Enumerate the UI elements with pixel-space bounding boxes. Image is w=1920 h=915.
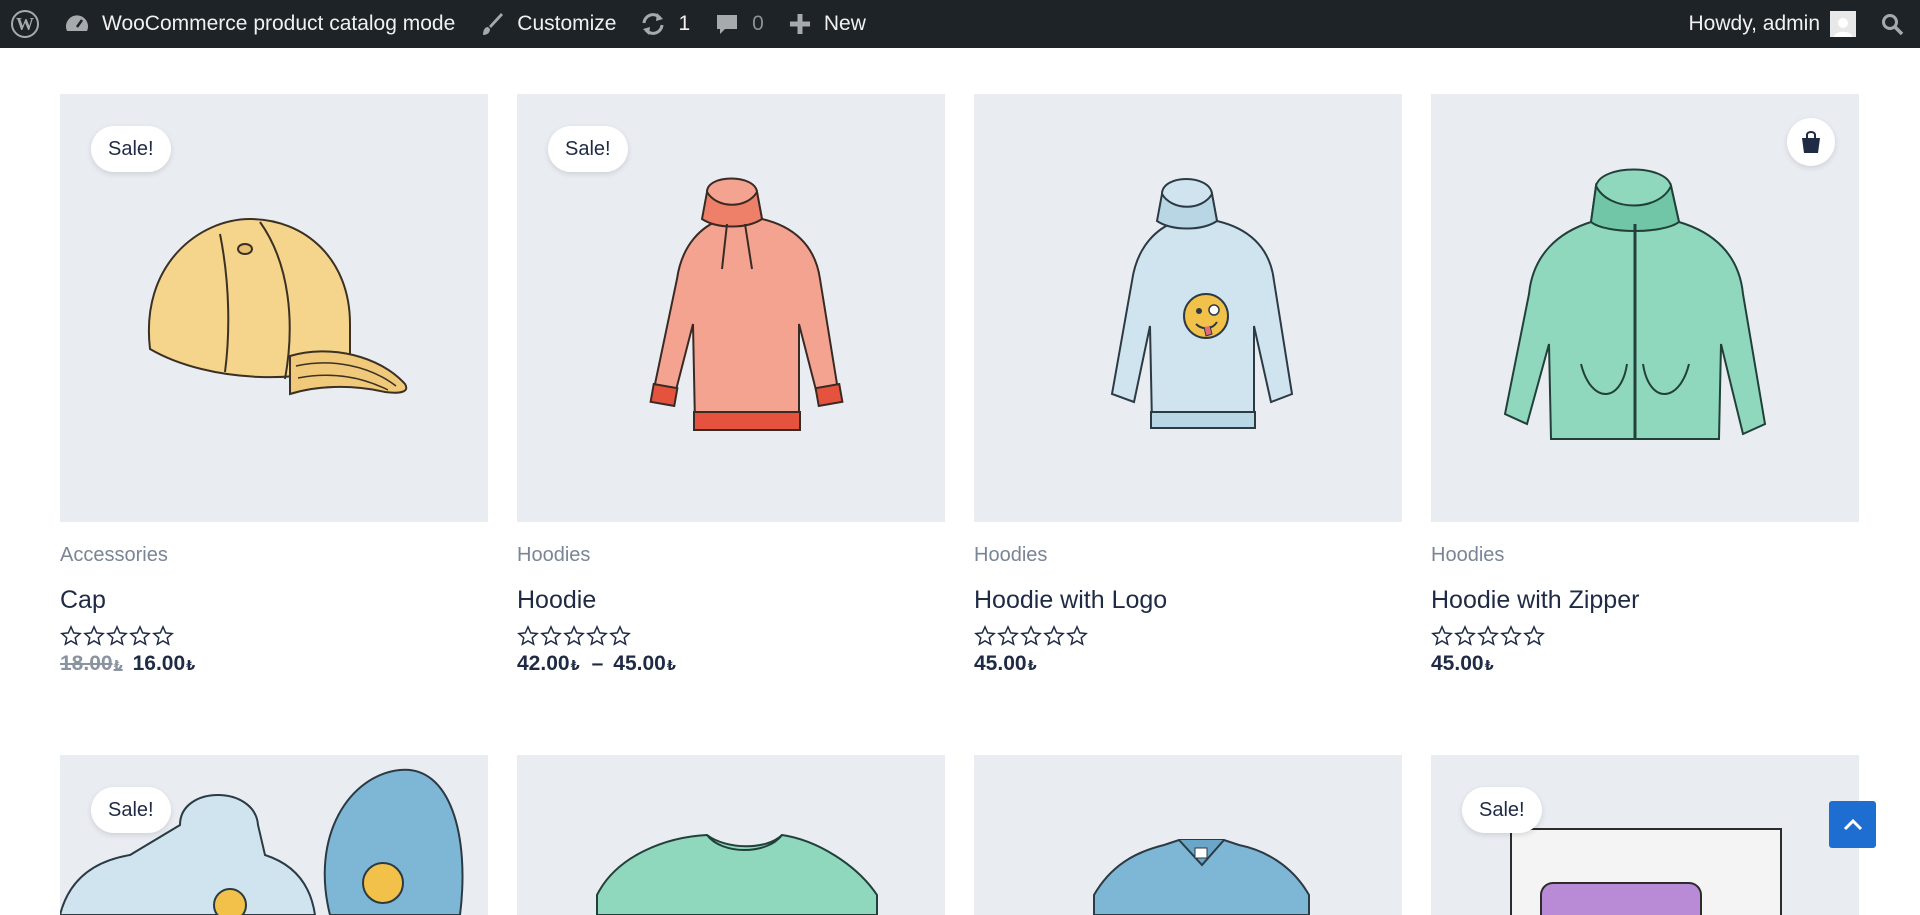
star-rating xyxy=(974,625,1402,647)
sweater-image xyxy=(596,833,878,915)
product-category[interactable]: Hoodies xyxy=(1431,544,1859,567)
product-image-link[interactable] xyxy=(974,755,1402,915)
my-account-link[interactable]: Howdy, admin xyxy=(1677,0,1869,48)
brush-icon xyxy=(483,13,504,35)
star-icon xyxy=(1454,625,1476,646)
star-icon xyxy=(1523,625,1545,646)
regular-price: 18.00₺ xyxy=(60,652,123,675)
polo-image xyxy=(1093,839,1310,915)
product-price: 18.00₺ 16.00₺ xyxy=(60,652,488,676)
star-rating xyxy=(517,625,945,647)
product-price: 42.00₺ – 45.00₺ xyxy=(517,652,945,676)
hoodie-and-beanie-image xyxy=(60,768,464,915)
product-price: 45.00₺ xyxy=(1431,652,1494,675)
comments-count: 0 xyxy=(752,12,764,35)
sale-price: 16.00₺ xyxy=(132,652,196,675)
plus-icon xyxy=(789,14,810,34)
star-icon xyxy=(1500,625,1522,646)
comments-link[interactable]: 0 xyxy=(702,0,776,48)
price-to: 45.00₺ xyxy=(613,652,676,675)
product-image-link[interactable] xyxy=(517,755,945,915)
star-icon xyxy=(1477,625,1499,646)
star-icon xyxy=(540,625,562,646)
product-image-link[interactable]: Sale! xyxy=(517,94,945,522)
new-label: New xyxy=(823,12,866,35)
sale-badge: Sale! xyxy=(1462,787,1542,833)
star-icon xyxy=(129,625,151,646)
price-from: 42.00₺ xyxy=(517,652,580,675)
star-icon xyxy=(1431,625,1453,646)
search-button[interactable] xyxy=(1868,0,1920,48)
price-dash: – xyxy=(591,652,604,675)
product-price: 45.00₺ xyxy=(974,652,1037,675)
product-card: Hoodies Hoodie with Zipper 45.00₺ xyxy=(1431,94,1859,754)
product-grid: Sale! Accessories Cap 18.00₺ 16.00₺ Sale… xyxy=(60,94,1860,754)
product-image-link[interactable] xyxy=(974,94,1402,522)
updates-link[interactable]: 1 xyxy=(628,0,702,48)
customize-label: Customize xyxy=(517,12,617,35)
product-title[interactable]: Cap xyxy=(60,586,488,615)
admin-bar: W WooCommerce product catalog mode Custo… xyxy=(0,0,1920,48)
product-image-link[interactable]: Sale! xyxy=(60,755,488,915)
sale-badge: Sale! xyxy=(548,126,628,172)
hoodie-with-logo-image xyxy=(1110,178,1294,429)
new-content-link[interactable]: New xyxy=(776,0,878,48)
star-icon xyxy=(609,625,631,646)
star-icon xyxy=(997,625,1019,646)
user-icon xyxy=(1834,18,1852,37)
sale-badge: Sale! xyxy=(91,787,171,833)
star-icon xyxy=(60,625,82,646)
dashboard-icon xyxy=(66,15,88,31)
star-rating xyxy=(60,625,488,647)
star-icon xyxy=(1043,625,1065,646)
star-icon xyxy=(974,625,996,646)
star-icon xyxy=(563,625,585,646)
sale-badge: Sale! xyxy=(91,126,171,172)
add-to-cart-button[interactable] xyxy=(1787,118,1835,166)
star-icon xyxy=(517,625,539,646)
product-title[interactable]: Hoodie with Logo xyxy=(974,586,1402,615)
product-image-link[interactable]: Sale! xyxy=(1431,755,1859,915)
star-icon xyxy=(1066,625,1088,646)
poster-image xyxy=(1510,828,1782,915)
refresh-icon xyxy=(642,13,664,35)
product-title[interactable]: Hoodie with Zipper xyxy=(1431,586,1859,615)
product-title[interactable]: Hoodie xyxy=(517,586,945,615)
product-category[interactable]: Hoodies xyxy=(517,544,945,567)
product-card: Sale! Accessories Cap 18.00₺ 16.00₺ xyxy=(60,94,488,754)
site-name-link[interactable]: WooCommerce product catalog mode xyxy=(52,0,467,48)
product-category[interactable]: Accessories xyxy=(60,544,488,567)
wordpress-icon: W xyxy=(11,10,39,38)
svg-text:W: W xyxy=(16,14,34,34)
star-icon xyxy=(152,625,174,646)
comment-icon xyxy=(717,15,738,34)
cart-icon xyxy=(1802,131,1820,153)
customize-link[interactable]: Customize xyxy=(467,0,628,48)
chevron-up-icon xyxy=(1843,818,1862,830)
star-icon xyxy=(83,625,105,646)
product-image-link[interactable]: Sale! xyxy=(60,94,488,522)
product-card: Sale! Hoodies Hoodie 42.00₺ – 45.00₺ xyxy=(517,94,945,754)
star-icon xyxy=(106,625,128,646)
scroll-to-top-button[interactable] xyxy=(1829,801,1876,848)
product-category[interactable]: Hoodies xyxy=(974,544,1402,567)
star-icon xyxy=(586,625,608,646)
product-image-link[interactable] xyxy=(1431,94,1859,522)
search-icon xyxy=(1882,14,1904,36)
star-rating xyxy=(1431,625,1859,647)
star-icon xyxy=(1020,625,1042,646)
updates-count: 1 xyxy=(678,12,691,35)
product-grid-row-2: Sale! Sale! xyxy=(60,755,1860,915)
site-name: WooCommerce product catalog mode xyxy=(102,12,456,35)
howdy-label: Howdy, admin xyxy=(1688,12,1821,35)
wordpress-menu[interactable]: W xyxy=(0,0,52,48)
avatar xyxy=(1830,11,1856,37)
product-card: Hoodies Hoodie with Logo 45.00₺ xyxy=(974,94,1402,754)
